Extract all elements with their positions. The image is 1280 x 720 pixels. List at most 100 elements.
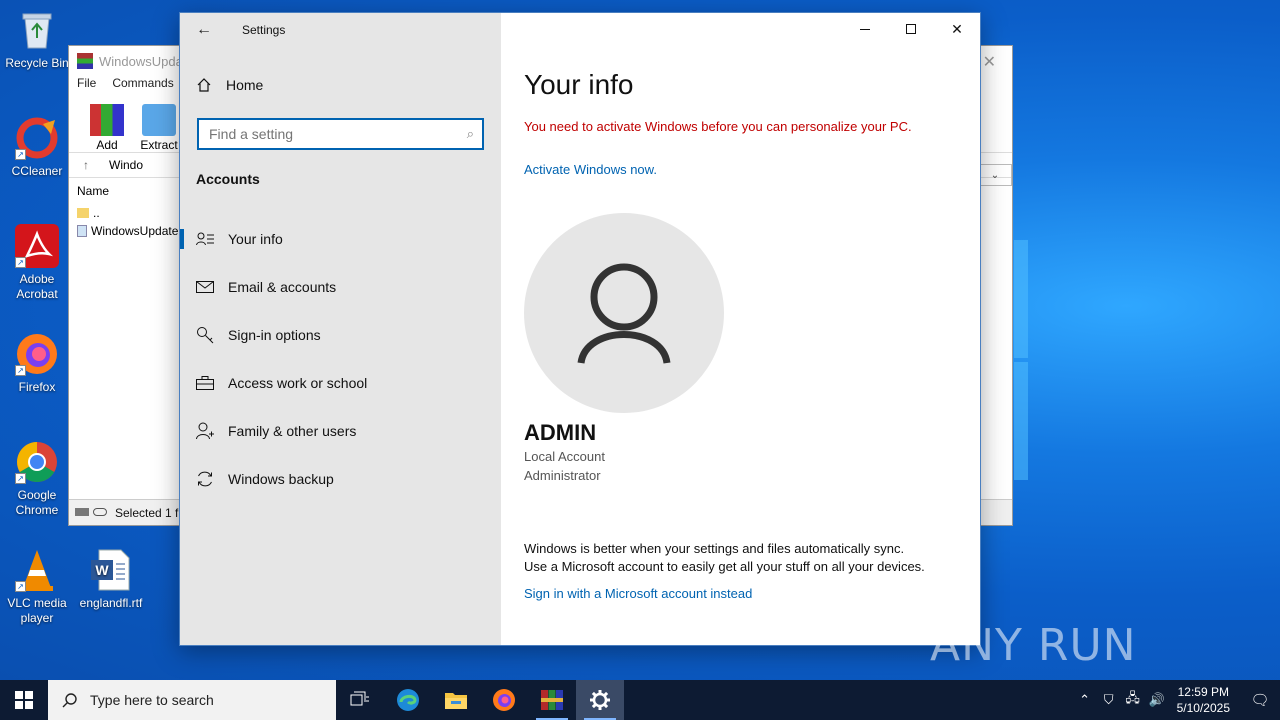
- desktop-icon-englandfl-rtf[interactable]: W englandfl.rtf: [75, 548, 147, 611]
- vlc-icon: ↗: [15, 548, 59, 592]
- nav-item-sign-in-options[interactable]: Sign-in options: [180, 311, 501, 359]
- nav-item-label: Your info: [228, 231, 283, 247]
- chevron-down-icon[interactable]: ⌄: [978, 164, 1012, 186]
- up-arrow-icon[interactable]: ↑: [83, 158, 89, 172]
- nav-item-family-other-users[interactable]: Family & other users: [180, 407, 501, 455]
- taskbar-winrar[interactable]: [528, 680, 576, 720]
- settings-gear-icon: [590, 690, 610, 710]
- taskbar-settings[interactable]: [576, 680, 624, 720]
- nav-item-your-info[interactable]: Your info: [180, 215, 501, 263]
- shortcut-arrow-icon: ↗: [15, 473, 26, 484]
- menu-commands[interactable]: Commands: [112, 76, 173, 96]
- maximize-button[interactable]: [888, 13, 934, 45]
- file-explorer-icon: [445, 693, 467, 709]
- add-archive-icon: [90, 104, 124, 136]
- file-name: ..: [93, 206, 100, 220]
- desktop-icon-label: Firefox: [18, 380, 56, 394]
- nav-item-label: Family & other users: [228, 423, 357, 439]
- shortcut-arrow-icon: ↗: [15, 257, 26, 268]
- sync-description-line1: Windows is better when your settings and…: [524, 541, 905, 556]
- section-label-accounts: Accounts: [196, 171, 260, 187]
- system-tray: ⌃ ⛉ 🖧 🔊 12:59 PM 5/10/2025 🗨: [1073, 680, 1280, 720]
- search-icon[interactable]: ⌕: [467, 126, 474, 142]
- ccleaner-icon: ↗: [15, 116, 59, 160]
- app-title: Settings: [242, 23, 286, 37]
- desktop-icon-label: Adobe Acrobat: [16, 272, 58, 301]
- microsoft-account-link[interactable]: Sign in with a Microsoft account instead: [524, 586, 752, 601]
- winrar-icon: [541, 690, 563, 710]
- add-button[interactable]: Add: [87, 104, 127, 152]
- clock-date: 5/10/2025: [1176, 701, 1230, 715]
- home-icon: [197, 78, 211, 92]
- extract-folder-icon: [142, 104, 176, 136]
- settings-window[interactable]: Home ⌕ Accounts Your info Email & accoun…: [179, 12, 981, 646]
- desktop-icon-label: CCleaner: [11, 164, 63, 178]
- settings-titlebar[interactable]: ← Settings ✕: [180, 13, 980, 47]
- drive-icon: [75, 508, 89, 516]
- nav-home[interactable]: Home: [196, 77, 263, 93]
- desktop-icon-label: Google Chrome: [15, 488, 59, 517]
- shortcut-arrow-icon: ↗: [15, 581, 26, 592]
- firefox-icon: ↗: [15, 332, 59, 376]
- folder-icon: [77, 208, 89, 218]
- taskbar-search-box[interactable]: Type here to search: [48, 680, 336, 720]
- task-view-button[interactable]: [336, 680, 384, 720]
- defender-icon[interactable]: ⛉: [1097, 692, 1121, 708]
- anyrun-watermark: ANY RUN: [930, 612, 1230, 672]
- file-name: WindowsUpdate: [91, 224, 179, 238]
- desktop-icon-recycle-bin[interactable]: Recycle Bin: [1, 8, 73, 71]
- desktop-icon-firefox[interactable]: ↗ Firefox: [1, 332, 73, 395]
- desktop-icon-adobe-acrobat[interactable]: ↗ Adobe Acrobat: [1, 224, 73, 302]
- nav-item-access-work-school[interactable]: Access work or school: [180, 359, 501, 407]
- account-role: Administrator: [524, 468, 601, 483]
- clock-time: 12:59 PM: [1177, 685, 1229, 699]
- taskbar-edge[interactable]: [384, 680, 432, 720]
- nav-item-windows-backup[interactable]: Windows backup: [180, 455, 501, 503]
- nav-item-label: Access work or school: [228, 375, 368, 391]
- maximize-icon: [906, 24, 916, 34]
- sync-description-line2: Use a Microsoft account to easily get al…: [524, 559, 925, 574]
- desktop-icon-label: Recycle Bin: [5, 56, 69, 70]
- desktop-icon-ccleaner[interactable]: ↗ CCleaner: [1, 116, 73, 179]
- taskbar-file-explorer[interactable]: [432, 680, 480, 720]
- close-icon: ✕: [951, 20, 963, 37]
- menu-file[interactable]: File: [77, 76, 96, 96]
- desktop-icon-google-chrome[interactable]: ↗ Google Chrome: [1, 440, 73, 518]
- search-icon: [62, 693, 77, 708]
- recycle-bin-icon: [15, 8, 59, 52]
- clock[interactable]: 12:59 PM 5/10/2025: [1177, 684, 1230, 716]
- account-type: Local Account: [524, 449, 605, 464]
- volume-icon[interactable]: 🔊: [1145, 692, 1169, 708]
- extract-button[interactable]: Extract: [139, 104, 179, 152]
- desktop-icon-label: englandfl.rtf: [79, 596, 143, 610]
- start-button[interactable]: [0, 680, 48, 720]
- windows-logo-icon: [15, 691, 33, 709]
- winrar-close-icon[interactable]: ✕: [983, 52, 996, 72]
- status-text: Selected 1 fi: [115, 505, 182, 520]
- extract-label: Extract: [140, 138, 178, 152]
- sync-icon: [196, 470, 214, 488]
- network-icon[interactable]: 🖧: [1121, 689, 1145, 711]
- notification-icon[interactable]: 🗨: [1240, 691, 1280, 709]
- taskbar-search-placeholder: Type here to search: [90, 692, 214, 708]
- key-icon: [196, 326, 214, 344]
- find-setting-input[interactable]: [209, 126, 439, 142]
- chevron-up-icon[interactable]: ⌃: [1073, 692, 1097, 708]
- desktop: Recycle Bin ↗ CCleaner ↗ Adobe Acrobat ↗…: [0, 0, 1280, 680]
- activation-warning: You need to activate Windows before you …: [524, 119, 912, 134]
- taskbar-firefox[interactable]: [480, 680, 528, 720]
- desktop-icon-vlc[interactable]: ↗ VLC media player: [1, 548, 73, 626]
- find-setting-search[interactable]: ⌕: [197, 118, 484, 150]
- settings-content-pane: Your info You need to activate Windows b…: [501, 13, 980, 645]
- back-button[interactable]: ←: [188, 17, 220, 43]
- svg-text:W: W: [95, 562, 109, 578]
- home-label: Home: [226, 77, 264, 93]
- nav-item-email-accounts[interactable]: Email & accounts: [180, 263, 501, 311]
- activate-windows-link[interactable]: Activate Windows now.: [524, 162, 657, 177]
- winrar-app-icon: [77, 53, 93, 69]
- accounts-nav-list: Your info Email & accounts Sign-in optio…: [180, 215, 501, 503]
- minimize-button[interactable]: [842, 13, 888, 45]
- taskbar: Type here to search ⌃ ⛉ 🖧 🔊 12:59 PM 5/1…: [0, 680, 1280, 720]
- close-button[interactable]: ✕: [934, 13, 980, 45]
- address-text: Windo: [109, 158, 144, 172]
